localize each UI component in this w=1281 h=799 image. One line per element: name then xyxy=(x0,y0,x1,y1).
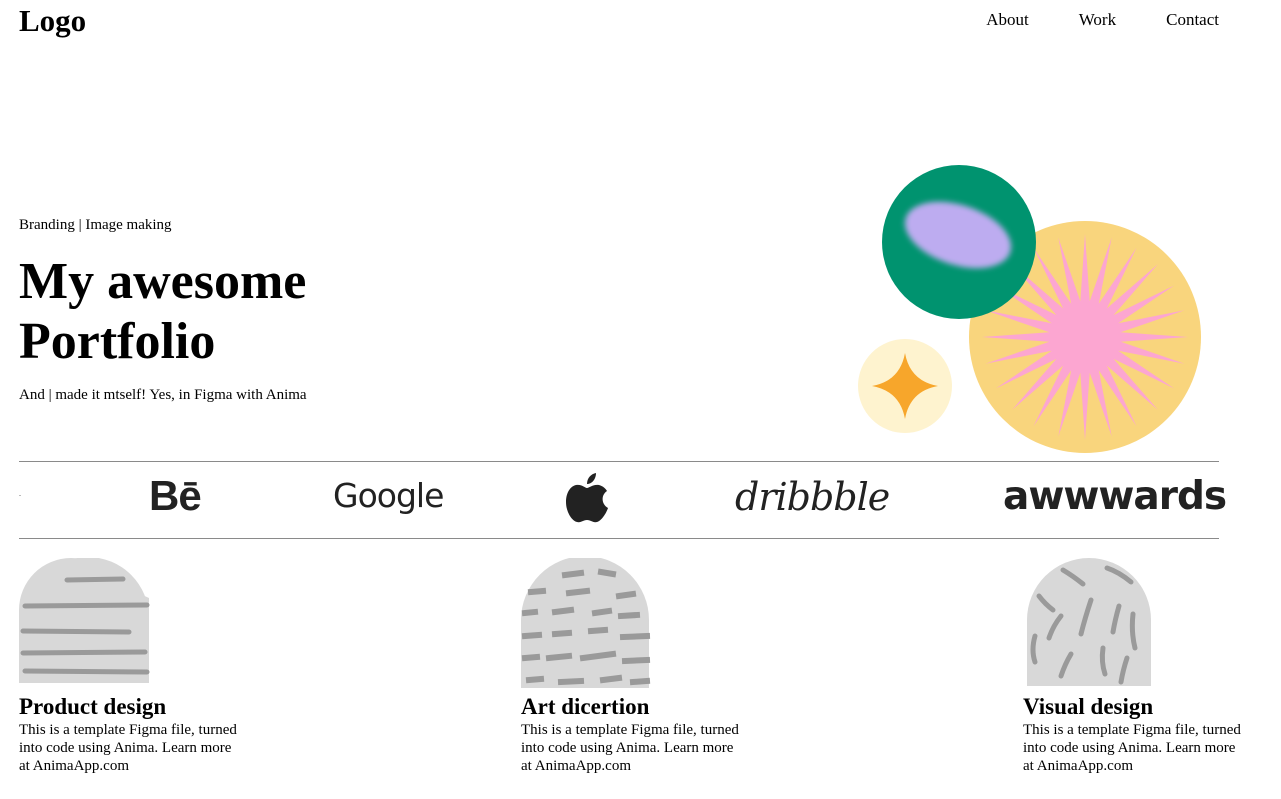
card-description: This is a template Figma file, turned in… xyxy=(1023,722,1241,774)
hero-subtitle: And | made it mtself! Yes, in Figma with… xyxy=(19,387,307,403)
card-description: This is a template Figma file, turned in… xyxy=(19,722,237,774)
nav-about-link[interactable]: About xyxy=(986,10,1029,30)
hero-title: My awesome Portfolio xyxy=(19,253,307,370)
card-art-direction[interactable]: Art dicertion This is a template Figma f… xyxy=(521,558,761,774)
card-product-design[interactable]: Product design This is a template Figma … xyxy=(19,558,259,774)
card-thumbnail-dashes xyxy=(521,558,651,688)
card-thumbnail-lines xyxy=(19,558,150,683)
card-title: Product design xyxy=(19,694,167,719)
card-thumbnail-strokes xyxy=(1027,558,1151,686)
card-title: Visual design xyxy=(1023,694,1154,719)
divider-dot xyxy=(19,495,21,496)
awwwards-logo: awwwards xyxy=(1003,474,1227,519)
hero-illustration xyxy=(858,165,1201,453)
apple-logo-icon xyxy=(566,473,608,523)
card-description: This is a template Figma file, turned in… xyxy=(521,722,739,774)
behance-logo: Bē xyxy=(149,472,202,519)
hero-tags: Branding | Image making xyxy=(19,217,172,233)
dribbble-logo: dribbble xyxy=(735,475,890,519)
main-nav: About Work Contact xyxy=(986,10,1219,30)
card-title: Art dicertion xyxy=(521,694,650,719)
nav-work-link[interactable]: Work xyxy=(1079,10,1116,30)
google-logo: Google xyxy=(333,476,444,515)
divider-top xyxy=(19,461,1219,462)
card-visual-design[interactable]: Visual design This is a template Figma f… xyxy=(1023,558,1263,774)
divider-bottom xyxy=(19,538,1219,539)
logo[interactable]: Logo xyxy=(19,4,86,38)
nav-contact-link[interactable]: Contact xyxy=(1166,10,1219,30)
